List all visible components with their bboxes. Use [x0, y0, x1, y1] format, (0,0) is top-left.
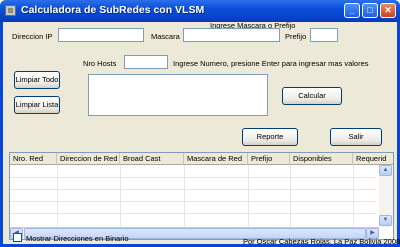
window-title: Calculadora de SubRedes con VLSM [21, 4, 205, 16]
close-button[interactable]: ✕ [380, 3, 396, 18]
column-header[interactable]: Requerid [353, 153, 393, 165]
table-row [10, 213, 376, 214]
ip-input[interactable] [58, 28, 144, 42]
scroll-up-icon[interactable]: ▲ [379, 165, 392, 176]
column-header[interactable]: Prefijo [248, 153, 290, 165]
prefix-input[interactable] [310, 28, 338, 42]
column-header[interactable]: Nro. Red [10, 153, 57, 165]
limpiar-todo-button[interactable]: Limpiar Todo [14, 71, 60, 89]
credit-text: Por Oscar Cabezas Rojas, La Paz Bolivia … [243, 237, 400, 246]
client-area: Direccion IP Ingrese Mascara o Prefijo M… [3, 21, 400, 246]
minimize-button[interactable]: _ [344, 3, 360, 18]
binary-checkbox-label: Mostrar Direcciones en Binario [26, 234, 129, 243]
column-header[interactable]: Broad Cast [120, 153, 184, 165]
table-header: Nro. Red Direccion de Red Broad Cast Mas… [10, 153, 393, 165]
column-divider [120, 165, 121, 227]
ip-label: Direccion IP [12, 32, 53, 41]
table-row [10, 189, 376, 190]
prefix-label: Prefijo [285, 32, 307, 41]
mask-label: Mascara [151, 32, 180, 41]
scroll-down-icon[interactable]: ▼ [379, 215, 392, 226]
salir-button[interactable]: Salir [330, 128, 382, 146]
column-divider [353, 165, 354, 227]
column-divider [248, 165, 249, 227]
hosts-input[interactable] [124, 55, 168, 69]
column-divider [184, 165, 185, 227]
column-divider [57, 165, 58, 227]
hosts-label: Nro Hosts [83, 59, 117, 68]
column-divider [290, 165, 291, 227]
values-listbox[interactable] [88, 74, 268, 116]
table-row [10, 177, 376, 178]
reporte-button[interactable]: Reporte [242, 128, 298, 146]
calcular-button[interactable]: Calcular [282, 87, 342, 105]
limpiar-lista-button[interactable]: Limpiar Lista [14, 96, 60, 114]
column-header[interactable]: Disponibles [290, 153, 353, 165]
column-header[interactable]: Mascara de Red [184, 153, 248, 165]
app-window: Calculadora de SubRedes con VLSM _ □ ✕ D… [0, 0, 400, 247]
title-bar[interactable]: Calculadora de SubRedes con VLSM _ □ ✕ [0, 0, 400, 22]
hosts-hint-label: Ingrese Numero, presione Enter para ingr… [173, 59, 369, 68]
maximize-button[interactable]: □ [362, 3, 378, 18]
binary-checkbox[interactable] [13, 233, 22, 242]
vertical-scrollbar[interactable]: ▲ ▼ [379, 165, 393, 227]
column-header[interactable]: Direccion de Red [57, 153, 120, 165]
table-row [10, 201, 376, 202]
results-table[interactable]: Nro. Red Direccion de Red Broad Cast Mas… [9, 152, 394, 240]
mask-input[interactable] [183, 28, 280, 42]
app-icon [5, 5, 16, 16]
